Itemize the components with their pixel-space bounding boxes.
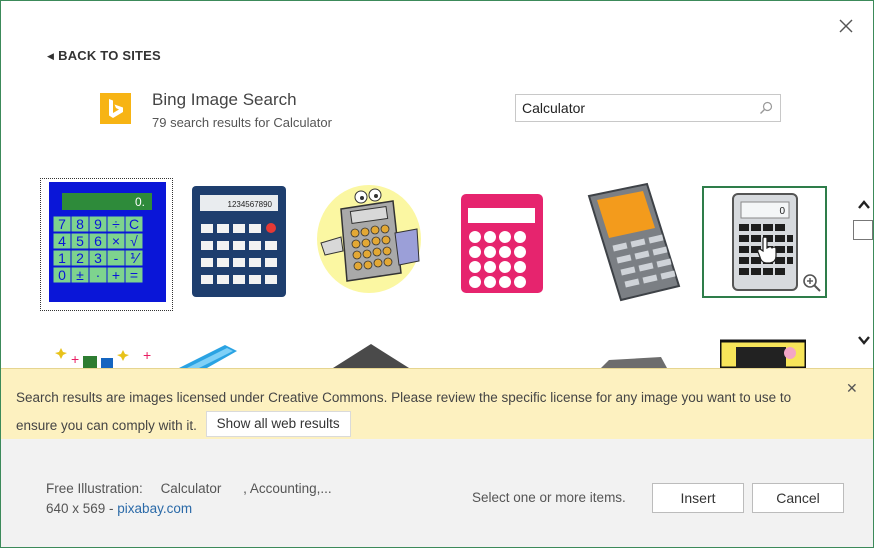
- svg-text:8: 8: [76, 216, 84, 232]
- source-title: Bing Image Search: [152, 90, 297, 109]
- search-input[interactable]: [522, 98, 742, 118]
- svg-text:+: +: [143, 347, 151, 363]
- scroll-up-icon[interactable]: [856, 197, 872, 211]
- notice-message: Search results are images licensed under…: [16, 390, 792, 433]
- svg-text:C: C: [129, 216, 139, 232]
- hand-pointer-icon: [757, 236, 777, 264]
- thumbnail-row2-1[interactable]: + +: [49, 344, 159, 368]
- license-notice: Search results are images licensed under…: [1, 368, 873, 439]
- svg-text:√: √: [130, 233, 138, 249]
- result-count: 79 search results for Calculator: [152, 115, 332, 130]
- svg-text:9: 9: [94, 216, 102, 232]
- svg-text:7: 7: [58, 216, 66, 232]
- thumbnail-row2-2[interactable]: [177, 341, 267, 368]
- thumbnail-row2-4[interactable]: [601, 357, 671, 368]
- caption-more: , Accounting,...: [243, 481, 332, 496]
- image-caption: Free Illustration: Calculator , Accounti…: [46, 481, 332, 496]
- thumbnail-calculator-selected[interactable]: 0: [702, 186, 827, 298]
- svg-text:0: 0: [779, 206, 785, 217]
- thumbnail-row2-5[interactable]: [720, 339, 806, 368]
- chevron-left-icon: ◀: [47, 51, 55, 61]
- license-notice-text: Search results are images licensed under…: [16, 384, 836, 440]
- thumbnail-calculator-gray[interactable]: [585, 182, 681, 302]
- svg-text:×: ×: [112, 233, 120, 249]
- svg-text:+: +: [112, 267, 120, 283]
- back-to-sites-link[interactable]: ◀ BACK TO SITES: [47, 48, 161, 63]
- search-box[interactable]: [515, 94, 781, 122]
- image-source: 640 x 569 - pixabay.com: [46, 501, 192, 516]
- svg-text:·: ·: [96, 267, 101, 283]
- svg-text:1: 1: [58, 250, 66, 266]
- caption-term: Calculator: [160, 481, 222, 496]
- thumbnail-calculator-navy[interactable]: 1234567890: [192, 186, 286, 297]
- bing-logo-icon: [100, 93, 131, 124]
- svg-text:=: =: [130, 267, 138, 283]
- selection-hint: Select one or more items.: [472, 490, 626, 505]
- notice-close-icon[interactable]: ✕: [846, 380, 858, 397]
- image-dimensions: 640 x 569 -: [46, 501, 118, 516]
- scroll-down-icon[interactable]: [856, 333, 872, 347]
- svg-text:÷: ÷: [112, 216, 120, 232]
- close-icon[interactable]: [837, 17, 855, 35]
- svg-text:6: 6: [94, 233, 102, 249]
- svg-text:±: ±: [76, 267, 84, 283]
- svg-text:2: 2: [76, 250, 84, 266]
- search-icon[interactable]: [759, 101, 773, 115]
- zoom-in-icon[interactable]: [802, 273, 822, 293]
- svg-text:0: 0: [58, 267, 66, 283]
- thumbnail-calculator-blue[interactable]: 0. 7 8 9 ÷ C 4 5 6 × √ 123-⅟ 0 ± · + =: [40, 178, 173, 311]
- caption-label: Free Illustration:: [46, 481, 143, 496]
- back-to-sites-label: BACK TO SITES: [58, 48, 161, 63]
- cancel-button[interactable]: Cancel: [752, 483, 844, 513]
- show-all-web-results-button[interactable]: Show all web results: [205, 411, 351, 438]
- footer: Free Illustration: Calculator , Accounti…: [1, 439, 873, 547]
- source-site-link[interactable]: pixabay.com: [117, 501, 192, 516]
- svg-text:+: +: [71, 351, 79, 367]
- svg-text:-: -: [114, 250, 119, 266]
- image-search-dialog: ◀ BACK TO SITES Bing Image Search 79 sear…: [0, 0, 874, 548]
- svg-text:3: 3: [94, 250, 102, 266]
- scrollbar-thumb[interactable]: [853, 220, 873, 240]
- thumbnail-calculator-pink[interactable]: [461, 194, 543, 293]
- thumbnail-calculator-cartoon[interactable]: [313, 181, 426, 294]
- svg-text:4: 4: [58, 233, 66, 249]
- thumbnail-row2-3[interactable]: [331, 343, 411, 368]
- svg-text:0.: 0.: [135, 195, 145, 209]
- insert-button[interactable]: Insert: [652, 483, 744, 513]
- svg-text:5: 5: [76, 233, 84, 249]
- svg-text:1234567890: 1234567890: [228, 200, 273, 209]
